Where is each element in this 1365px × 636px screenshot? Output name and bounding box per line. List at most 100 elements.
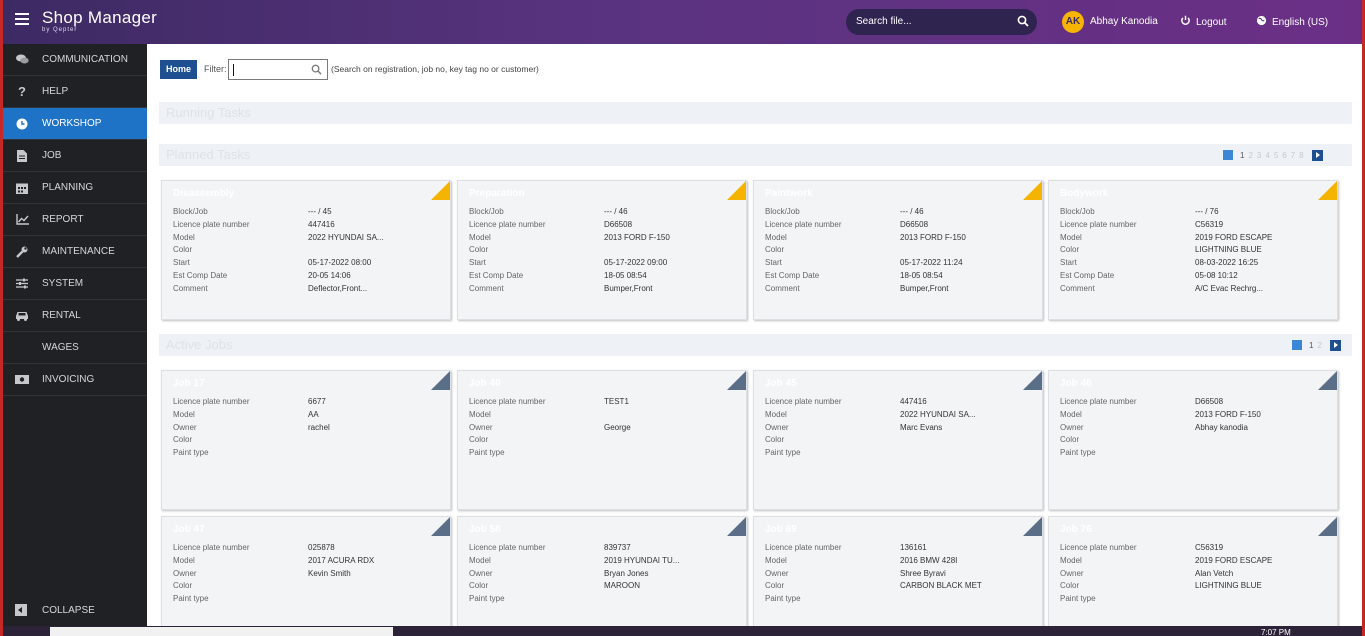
field-value: CARBON BLACK MET xyxy=(900,581,982,591)
card-details: Block/Job --- / 46 Licence plate number D66… xyxy=(469,207,739,297)
card-title: Job 47 xyxy=(173,524,205,535)
pager-page-7[interactable]: 7 xyxy=(1291,151,1295,160)
planned-task-card[interactable]: Preparation Block/Job --- / 46 Licence plat… xyxy=(457,180,747,320)
active-job-card[interactable]: Job 17 Licence plate number 6677 Model AA Own… xyxy=(161,370,451,510)
field-value: 05-08 10:12 xyxy=(1195,270,1238,280)
field-value: D66508 xyxy=(900,219,929,229)
active-job-card[interactable]: Job 69 Licence plate number 136161 Model 201… xyxy=(753,516,1043,636)
logout-button[interactable]: Logout xyxy=(1180,15,1227,28)
field-label: Comment xyxy=(469,283,504,293)
field-value: C56319 xyxy=(1195,543,1224,552)
sidebar: COMMUNICATION ? HELP WORKSHOP JOB PLANNI… xyxy=(3,44,147,636)
field-value: 447416 xyxy=(308,219,335,229)
active-job-card[interactable]: Job 76 Licence plate number C56319 Model 201… xyxy=(1048,516,1338,636)
pager-page-1[interactable]: 1 xyxy=(1309,341,1313,350)
card-row: Paint type xyxy=(173,594,443,607)
pager-page-4[interactable]: 4 xyxy=(1265,151,1269,160)
card-row: Model AA xyxy=(173,410,443,423)
field-label: Model xyxy=(1060,555,1082,565)
field-value: A/C Evac Rechrg... xyxy=(1195,283,1264,293)
pager-page-2[interactable]: 2 xyxy=(1317,341,1321,350)
pager-page-5[interactable]: 5 xyxy=(1274,151,1278,160)
sidebar-item-system[interactable]: SYSTEM xyxy=(3,268,147,300)
sidebar-item-workshop[interactable]: WORKSHOP xyxy=(3,108,147,140)
card-row: Paint type xyxy=(469,594,739,607)
sidebar-item-label: WORKSHOP xyxy=(42,118,102,129)
sidebar-item-report[interactable]: REPORT xyxy=(3,204,147,236)
pager-page-3[interactable]: 3 xyxy=(1257,151,1261,160)
planned-task-card[interactable]: Bodywork Block/Job --- / 76 Licence plate n… xyxy=(1048,180,1338,320)
pager-page-1[interactable]: 1 xyxy=(1240,151,1244,160)
hamburger-menu-icon[interactable] xyxy=(15,13,29,25)
planned-task-card[interactable]: Disassembly Block/Job --- / 45 Licence plat… xyxy=(161,180,451,320)
card-row: Color xyxy=(469,245,739,258)
field-label: Licence plate number xyxy=(469,397,546,406)
search-icon[interactable] xyxy=(311,64,322,75)
pager-first-button[interactable] xyxy=(1292,340,1302,350)
os-taskbar: 7:07 PM xyxy=(3,626,1362,636)
card-details: Block/Job --- / 45 Licence plate number 447… xyxy=(173,207,443,297)
pager-next-button[interactable] xyxy=(1311,149,1323,161)
sidebar-item-maintenance[interactable]: MAINTENANCE xyxy=(3,236,147,268)
avatar[interactable]: AK xyxy=(1062,11,1084,33)
pager-page-2[interactable]: 2 xyxy=(1248,151,1252,160)
card-row: Owner Shree Byravi xyxy=(765,569,1035,582)
language-selector[interactable]: English (US) xyxy=(1256,15,1328,28)
search-icon[interactable] xyxy=(1017,15,1029,27)
card-row: Licence plate number 839737 xyxy=(469,543,739,556)
field-value xyxy=(900,594,1035,607)
active-job-card[interactable]: Job 45 Licence plate number 447416 Model 202… xyxy=(753,370,1043,510)
sidebar-item-rental[interactable]: RENTAL xyxy=(3,300,147,332)
sidebar-item-job[interactable]: JOB xyxy=(3,140,147,172)
active-job-card[interactable]: Job 58 Licence plate number 839737 Model 201… xyxy=(457,516,747,636)
corner-fold-icon xyxy=(431,517,450,536)
collapse-sidebar-button[interactable]: COLLAPSE xyxy=(3,596,147,624)
corner-fold-icon xyxy=(1023,517,1042,536)
card-row: Owner Marc Evans xyxy=(765,423,1035,436)
planned-task-card[interactable]: Paintwork Block/Job --- / 46 Licence plate … xyxy=(753,180,1043,320)
brand-logo[interactable]: Shop Manager by Qepter xyxy=(42,8,157,33)
home-button[interactable]: Home xyxy=(160,60,197,79)
corner-fold-icon xyxy=(431,371,450,390)
card-row: Owner Alan Vetch xyxy=(1060,569,1330,582)
card-row: Model 2019 FORD ESCAPE xyxy=(1060,233,1330,246)
field-label: Paint type xyxy=(469,448,505,458)
card-row: Block/Job --- / 76 xyxy=(1060,207,1330,220)
field-label: Licence plate number xyxy=(765,543,842,552)
wrench-icon xyxy=(15,245,29,259)
active-job-card[interactable]: Job 40 Licence plate number TEST1 Model Owne… xyxy=(457,370,747,510)
card-details: Licence plate number TEST1 Model Owner Georg… xyxy=(469,397,739,461)
sidebar-item-wages[interactable]: WAGES xyxy=(3,332,147,364)
pager-first-button[interactable] xyxy=(1223,150,1233,160)
card-row: Owner Kevin Smith xyxy=(173,569,443,582)
active-jobs-pager: 12 xyxy=(1292,339,1341,351)
field-value: Bumper,Front xyxy=(604,283,653,293)
file-search-input[interactable]: Search file... xyxy=(846,9,1037,35)
pager-page-8[interactable]: 8 xyxy=(1299,151,1303,160)
field-label: Licence plate number xyxy=(765,397,842,406)
field-value xyxy=(604,594,739,607)
field-label: Block/Job xyxy=(1060,207,1095,216)
pager-next-button[interactable] xyxy=(1329,339,1341,351)
field-label: Model xyxy=(173,555,195,565)
active-job-card[interactable]: Job 47 Licence plate number 025878 Model 201… xyxy=(161,516,451,636)
field-label: Licence plate number xyxy=(173,219,250,229)
filter-input[interactable] xyxy=(228,59,328,80)
sidebar-item-help[interactable]: ? HELP xyxy=(3,76,147,108)
sidebar-item-label: WAGES xyxy=(42,342,79,353)
field-label: Model xyxy=(173,409,195,419)
card-row: Color xyxy=(765,245,1035,258)
field-label: Owner xyxy=(1060,422,1084,432)
user-name[interactable]: Abhay Kanodia xyxy=(1090,16,1158,27)
pager-page-6[interactable]: 6 xyxy=(1282,151,1286,160)
card-details: Licence plate number 025878 Model 2017 ACUR… xyxy=(173,543,443,607)
active-job-card[interactable]: Job 46 Licence plate number D66508 Model 201… xyxy=(1048,370,1338,510)
sidebar-item-planning[interactable]: PLANNING xyxy=(3,172,147,204)
field-label: Color xyxy=(1060,245,1080,255)
taskbar-search[interactable] xyxy=(50,627,393,636)
sidebar-item-communication[interactable]: COMMUNICATION xyxy=(3,44,147,76)
sidebar-item-label: SYSTEM xyxy=(42,278,84,289)
field-value xyxy=(604,435,739,448)
sidebar-item-invoicing[interactable]: INVOICING xyxy=(3,364,147,396)
card-row: Paint type xyxy=(1060,594,1330,607)
